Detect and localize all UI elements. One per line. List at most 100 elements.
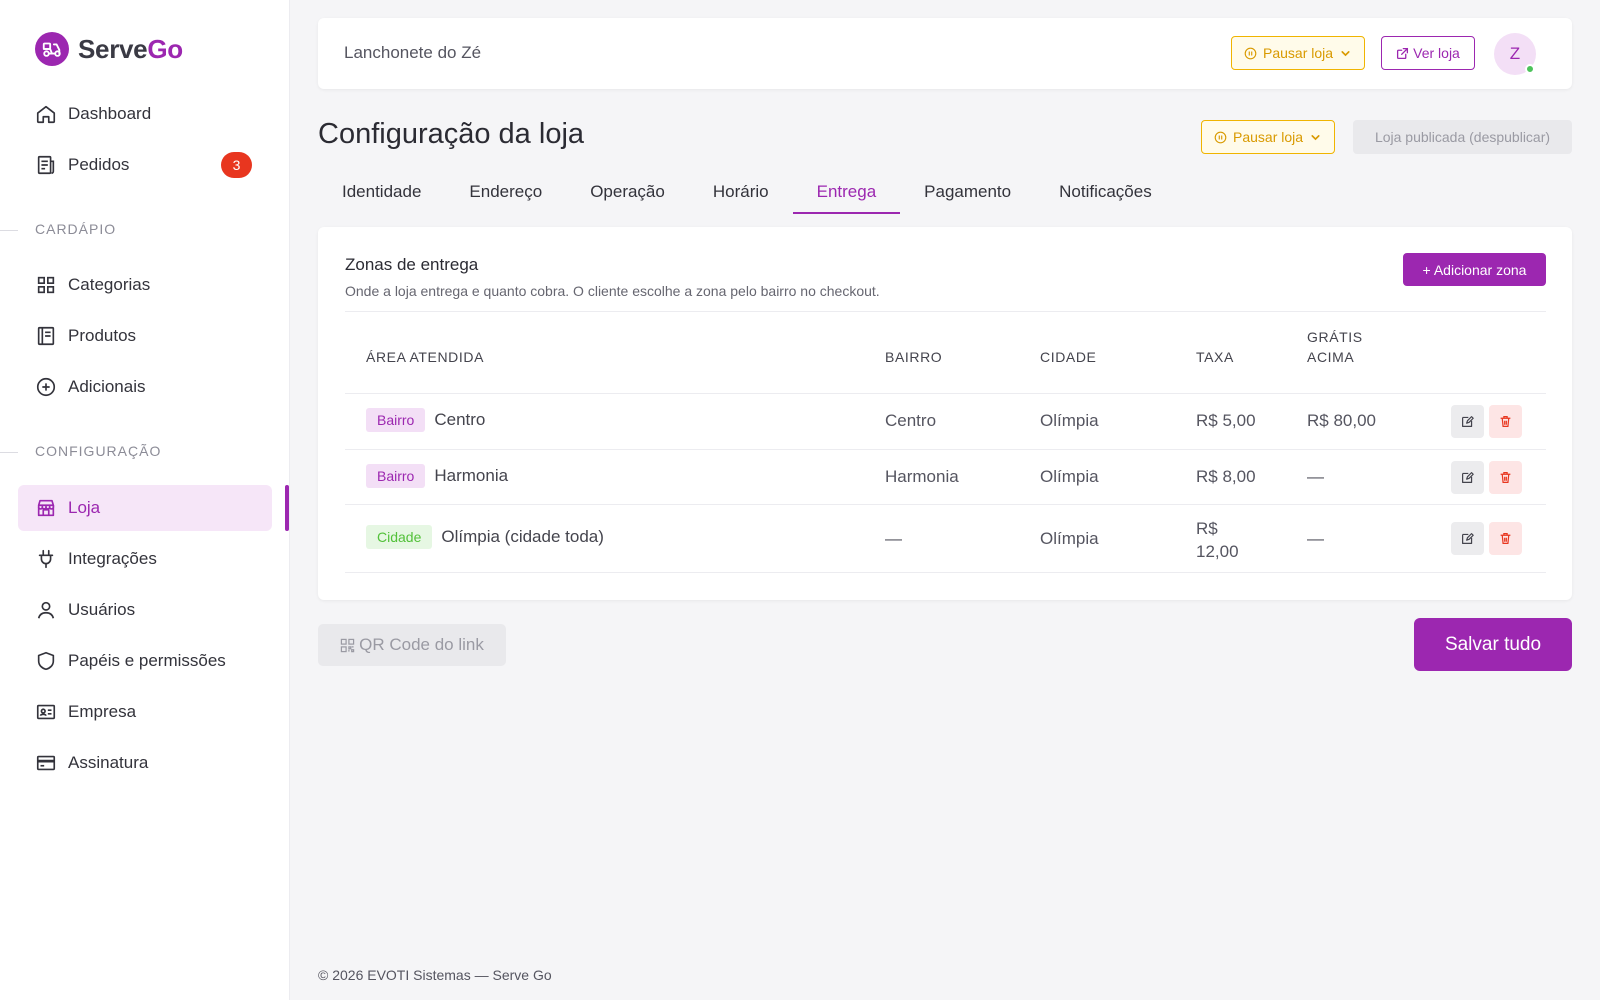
sidebar-item-label: Loja — [68, 498, 101, 517]
add-zone-button[interactable]: + Adicionar zona — [1403, 253, 1546, 286]
divider — [345, 311, 1546, 312]
zone-type-badge: Bairro — [366, 464, 426, 488]
zone-type-badge: Bairro — [366, 408, 426, 432]
pause-store-label: Pausar loja — [1263, 45, 1334, 61]
area-name: Centro — [434, 410, 486, 429]
sidebar-item-label: Dashboard — [68, 104, 152, 123]
taxa-cell-line2: 12,00 — [1196, 542, 1239, 561]
edit-icon — [1462, 533, 1474, 544]
sidebar-item-papeis[interactable]: Papéis e permissões — [18, 638, 272, 684]
tab-identidade[interactable]: Identidade — [318, 170, 445, 214]
pause-circle-icon — [1244, 47, 1257, 59]
edit-zone-button[interactable] — [1451, 405, 1484, 438]
column-header-gratis-line1: GRÁTIS — [1307, 329, 1363, 345]
delete-zone-button[interactable] — [1489, 522, 1522, 555]
bairro-cell: Harmonia — [885, 467, 959, 486]
sidebar-item-empresa[interactable]: Empresa — [18, 689, 272, 735]
qr-code-button[interactable]: QR Code do link — [318, 624, 506, 666]
pause-store-button[interactable]: Pausar loja — [1231, 36, 1366, 70]
sidebar-item-label: Assinatura — [68, 753, 149, 772]
grid-icon — [37, 276, 55, 294]
edit-zone-button[interactable] — [1451, 522, 1484, 555]
pause-circle-icon — [1214, 131, 1227, 143]
active-indicator — [285, 485, 289, 531]
brand-logo[interactable]: ServeGo — [35, 32, 183, 66]
section-label-configuracao: CONFIGURAÇÃO — [35, 443, 162, 459]
area-cell: Cidade Olímpia (cidade toda) — [366, 525, 604, 549]
settings-tabs: Identidade Endereço Operação Horário Ent… — [318, 170, 1176, 214]
qr-code-icon — [340, 638, 355, 652]
save-all-button[interactable]: Salvar tudo — [1414, 618, 1572, 671]
taxa-cell: R$ 5,00 — [1196, 411, 1256, 430]
cidade-cell: Olímpia — [1040, 411, 1099, 430]
tab-entrega[interactable]: Entrega — [792, 170, 901, 214]
section-divider — [0, 230, 18, 231]
sidebar-item-dashboard[interactable]: Dashboard — [18, 91, 272, 137]
column-header-gratis: GRÁTIS ACIMA — [1307, 327, 1363, 367]
qr-code-label: QR Code do link — [359, 635, 484, 654]
sidebar-item-adicionais[interactable]: Adicionais — [18, 364, 272, 410]
sidebar: ServeGo Dashboard Pedidos 3 CARDÁPIO Cat… — [0, 0, 290, 1000]
delivery-zones-card: Zonas de entrega Onde a loja entrega e q… — [318, 227, 1572, 600]
receipt-icon — [37, 155, 55, 175]
tab-operacao[interactable]: Operação — [566, 170, 689, 214]
view-store-label: Ver loja — [1413, 45, 1460, 61]
sidebar-item-label: Usuários — [68, 600, 136, 619]
column-header-bairro: BAIRRO — [885, 349, 943, 365]
sidebar-item-produtos[interactable]: Produtos — [18, 313, 272, 359]
row-divider — [345, 504, 1546, 505]
view-store-button[interactable]: Ver loja — [1381, 36, 1475, 70]
edit-zone-button[interactable] — [1451, 461, 1484, 494]
sidebar-item-pedidos[interactable]: Pedidos 3 — [18, 142, 272, 188]
sidebar-item-integracoes[interactable]: Integrações — [18, 536, 272, 582]
sidebar-item-label: Adicionais — [68, 377, 146, 396]
scooter-icon — [35, 32, 69, 66]
tab-pagamento[interactable]: Pagamento — [900, 170, 1035, 214]
column-header-gratis-line2: ACIMA — [1307, 349, 1355, 365]
sidebar-item-usuarios[interactable]: Usuários — [18, 587, 272, 633]
column-header-cidade: CIDADE — [1040, 349, 1097, 365]
area-cell: Bairro Harmonia — [366, 464, 508, 488]
edit-icon — [1462, 472, 1474, 483]
cidade-cell: Olímpia — [1040, 467, 1099, 486]
delete-zone-button[interactable] — [1489, 461, 1522, 494]
trash-icon — [1500, 533, 1511, 544]
tab-horario[interactable]: Horário — [689, 170, 793, 214]
sidebar-item-label: Integrações — [68, 549, 157, 568]
avatar[interactable]: Z — [1494, 33, 1536, 75]
store-icon — [37, 499, 55, 517]
page-title: Configuração da loja — [318, 118, 585, 150]
gratis-cell: — — [1307, 467, 1324, 486]
credit-card-icon — [36, 755, 56, 771]
shield-icon — [37, 651, 55, 671]
bairro-cell: — — [885, 529, 902, 548]
sidebar-item-assinatura[interactable]: Assinatura — [18, 740, 272, 786]
sidebar-item-label: Papéis e permissões — [68, 651, 226, 670]
unpublish-button[interactable]: Loja publicada (despublicar) — [1353, 120, 1572, 154]
sidebar-item-label: Empresa — [68, 702, 137, 721]
external-link-icon — [1397, 47, 1409, 59]
area-cell: Bairro Centro — [366, 408, 485, 432]
user-icon — [37, 601, 55, 619]
area-name: Harmonia — [434, 466, 509, 485]
column-header-taxa: TAXA — [1196, 349, 1234, 365]
taxa-cell: R$ 12,00 — [1196, 517, 1239, 563]
tab-notificacoes[interactable]: Notificações — [1035, 170, 1176, 214]
zone-type-badge: Cidade — [366, 525, 433, 549]
online-status-dot — [1525, 64, 1535, 74]
bairro-cell: Centro — [885, 411, 937, 430]
delete-zone-button[interactable] — [1489, 405, 1522, 438]
sidebar-item-label: Categorias — [68, 275, 151, 294]
sidebar-item-categorias[interactable]: Categorias — [18, 262, 272, 308]
section-label-cardapio: CARDÁPIO — [35, 221, 117, 237]
sidebar-item-loja[interactable]: Loja — [18, 485, 272, 531]
cidade-cell: Olímpia — [1040, 529, 1099, 548]
topbar: Lanchonete do Zé Pausar loja Ver loja Z — [318, 18, 1572, 89]
pause-store-button-secondary[interactable]: Pausar loja — [1201, 120, 1336, 154]
card-title: Zonas de entrega — [345, 255, 479, 274]
home-icon — [36, 105, 56, 124]
footer-copyright: © 2026 EVOTI Sistemas — Serve Go — [318, 967, 552, 983]
chevron-down-icon — [1341, 50, 1350, 56]
column-header-area: ÁREA ATENDIDA — [366, 349, 485, 365]
tab-endereco[interactable]: Endereço — [445, 170, 566, 214]
